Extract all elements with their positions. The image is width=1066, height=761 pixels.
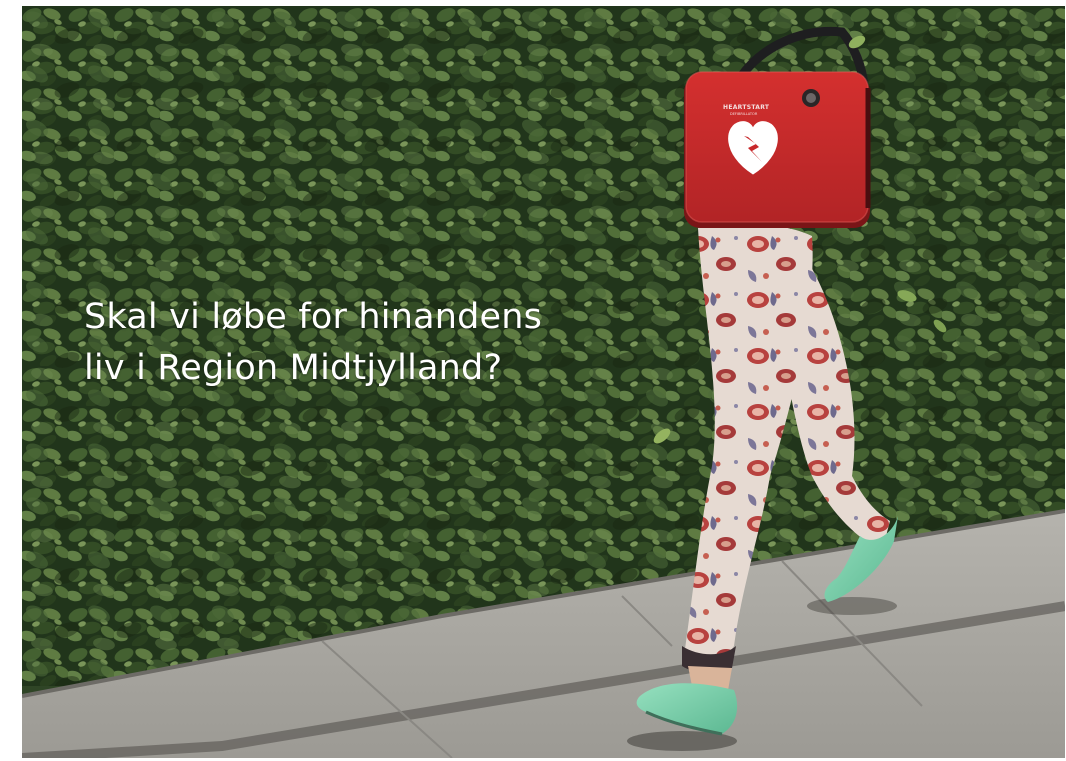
device-brand: HEARTSTART — [723, 104, 770, 111]
image-frame: HEARTSTART DEFIBRILLATOR Skal vi løbe fo… — [0, 0, 1066, 761]
aed-bag: HEARTSTART DEFIBRILLATOR — [684, 71, 871, 228]
device-sub: DEFIBRILLATOR — [730, 112, 758, 116]
photo: HEARTSTART DEFIBRILLATOR Skal vi løbe fo… — [22, 6, 1065, 758]
headline: Skal vi løbe for hinandens liv i Region … — [84, 292, 704, 394]
headline-line-1: Skal vi løbe for hinandens — [84, 297, 543, 337]
headline-line-2: liv i Region Midtjylland? — [84, 348, 503, 388]
